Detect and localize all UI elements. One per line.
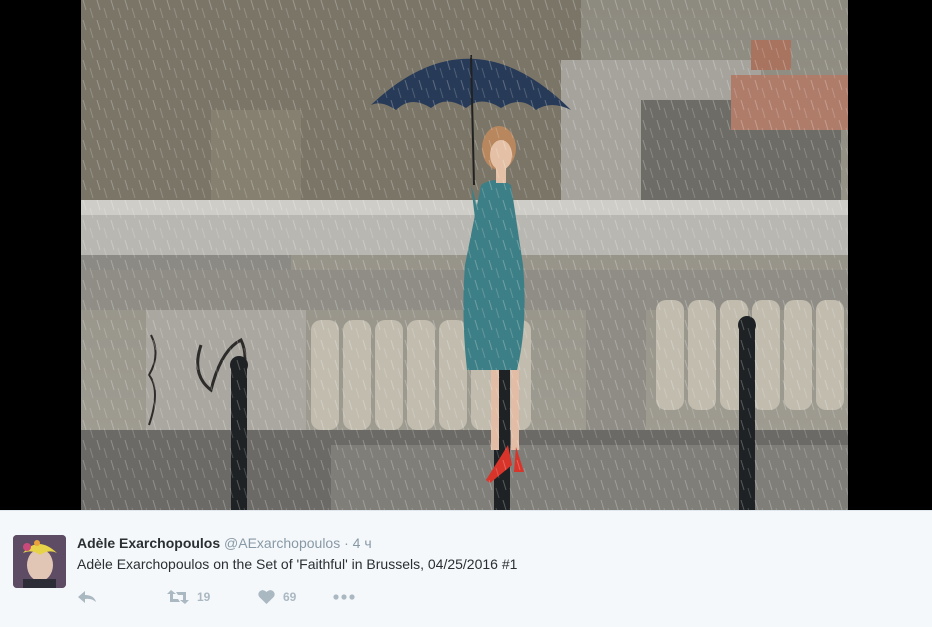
like-button[interactable]: 69	[258, 589, 333, 605]
photo-illustration	[81, 0, 848, 510]
tweet-actions: 19 69	[77, 587, 355, 607]
timestamp[interactable]: 4 ч	[353, 535, 372, 551]
fullname[interactable]: Adèle Exarchopoulos	[77, 535, 220, 551]
more-icon	[333, 594, 355, 600]
avatar[interactable]	[13, 535, 66, 588]
retweet-button[interactable]: 19	[167, 589, 258, 605]
heart-icon	[258, 590, 275, 604]
separator: ·	[344, 535, 349, 551]
reply-icon	[78, 591, 96, 603]
retweet-icon	[167, 590, 189, 604]
retweet-count: 19	[197, 590, 211, 604]
tweet-header: Adèle Exarchopoulos @AExarchopoulos · 4 …	[77, 535, 372, 551]
tweet-text: Adèle Exarchopoulos on the Set of 'Faith…	[77, 556, 518, 572]
like-count: 69	[283, 590, 297, 604]
username[interactable]: @AExarchopoulos	[224, 535, 340, 551]
tweet-photo[interactable]	[81, 0, 848, 510]
reply-button[interactable]	[77, 589, 167, 605]
avatar-image	[13, 535, 66, 588]
tweet: Adèle Exarchopoulos @AExarchopoulos · 4 …	[0, 510, 932, 627]
media-container	[0, 0, 932, 510]
more-button[interactable]	[333, 594, 355, 600]
